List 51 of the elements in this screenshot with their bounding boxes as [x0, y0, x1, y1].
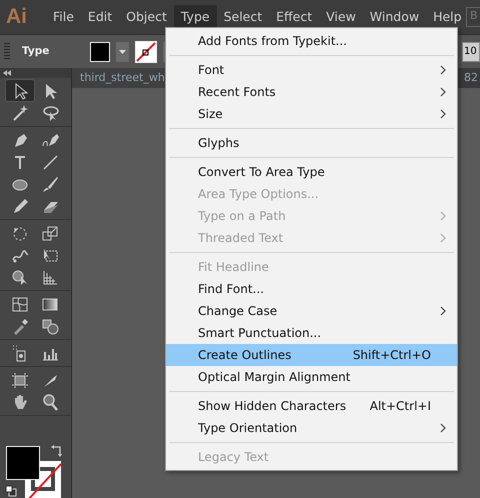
stroke-swatch[interactable] [135, 40, 157, 62]
menu-item[interactable]: Add Fonts from Typekit... [166, 30, 457, 52]
menu-item[interactable]: Convert To Area Type [166, 161, 457, 183]
chevron-icon [440, 87, 447, 97]
fill-dropdown[interactable] [116, 42, 129, 62]
menu-item[interactable]: Glyphs [166, 132, 457, 154]
chevron-icon [440, 306, 447, 316]
menu-item[interactable]: Object [119, 5, 174, 29]
chevron-icon [440, 65, 447, 75]
shape-builder-icon [11, 268, 29, 286]
control-label: Type [21, 44, 50, 59]
menu-item[interactable]: Type Orientation [166, 417, 457, 439]
menu-item[interactable]: Help [426, 5, 469, 29]
tool-button[interactable] [6, 80, 34, 101]
menu-item[interactable]: Size [166, 103, 457, 125]
menu-item[interactable]: Find Font... [166, 278, 457, 300]
default-colors-icon[interactable] [5, 485, 17, 497]
menu-item[interactable]: Type [174, 5, 217, 29]
menu-item[interactable]: Optical Margin Alignment [166, 366, 457, 388]
menu-item[interactable]: Edit [80, 5, 120, 29]
blend-icon [41, 316, 59, 334]
menu-item[interactable]: Window [362, 5, 426, 29]
mesh-icon [11, 294, 29, 312]
app-logo: Ai [6, 4, 28, 30]
chevron-icon [440, 233, 447, 243]
pencil-icon [11, 196, 29, 214]
menu-item[interactable]: View [319, 5, 363, 29]
lasso-icon [41, 104, 59, 122]
menu-item[interactable]: Create Outlines Shift+Ctrl+O [166, 344, 457, 366]
menu-item[interactable]: Show Hidden Characters Alt+Ctrl+I [166, 395, 457, 417]
chevron-icon [440, 109, 447, 119]
scale-icon [41, 224, 59, 242]
fill-color-swatch[interactable] [6, 446, 40, 480]
zoom-level: 82 [464, 70, 478, 86]
artboard-icon [11, 370, 29, 388]
swap-icon[interactable] [51, 445, 63, 457]
menu-item[interactable]: Smart Punctuation... [166, 322, 457, 344]
menu-item[interactable]: Effect [269, 5, 320, 29]
brush-icon [41, 174, 59, 192]
menu-item[interactable]: File [46, 5, 81, 29]
magic-wand-icon [11, 104, 29, 122]
value-field[interactable]: 10 [462, 42, 480, 62]
fill-swatch[interactable] [90, 42, 110, 62]
chevron-icon [440, 211, 447, 221]
collapse-icon[interactable] [3, 70, 11, 76]
zoom-icon [41, 392, 59, 410]
caret-icon [119, 50, 126, 54]
chevron-icon [440, 423, 447, 433]
line-tool-icon [41, 152, 59, 170]
menu-item[interactable]: Select [216, 5, 270, 29]
menu-item[interactable]: Change Case [166, 300, 457, 322]
